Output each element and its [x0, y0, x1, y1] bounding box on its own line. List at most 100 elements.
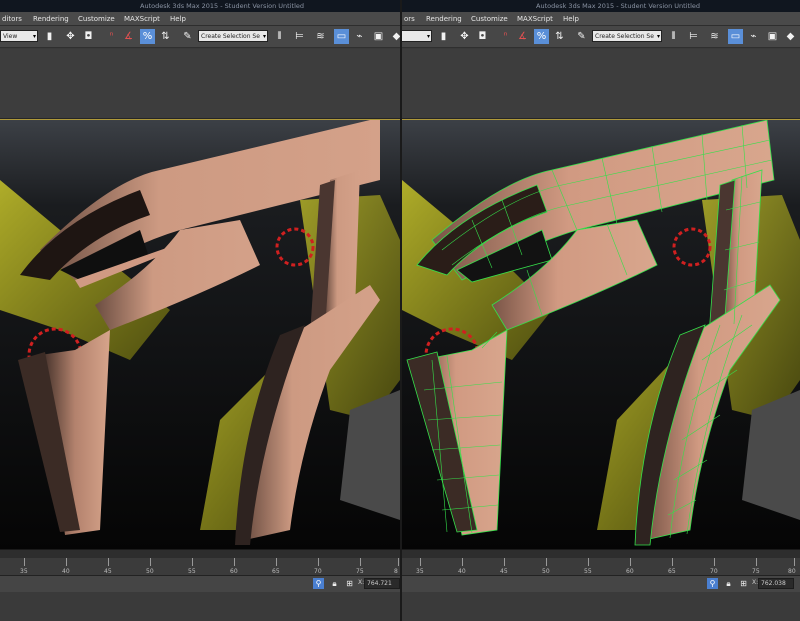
schematic-icon[interactable]: ▣ — [371, 29, 386, 44]
menu-item-help[interactable]: Help — [563, 12, 579, 26]
menu-item-rendering[interactable]: Rendering — [426, 12, 462, 26]
menu-item-customize[interactable]: Customize — [471, 12, 508, 26]
menu-item-customize[interactable]: Customize — [78, 12, 115, 26]
reference-coordinate-dropdown[interactable]: View ▾ — [0, 30, 38, 42]
reference-coordinate-value: View — [3, 33, 18, 40]
menu-bar: ors Rendering Customize MAXScript Help — [402, 12, 800, 26]
absolute-mode-icon[interactable]: ⊞ — [344, 578, 355, 589]
spinner-snap-icon[interactable]: ⇅ — [552, 29, 567, 44]
tick-label: 50 — [146, 568, 154, 575]
menu-item-maxscript[interactable]: MAXScript — [124, 12, 160, 26]
track-bar[interactable]: 35 40 45 50 55 60 65 70 75 80 — [402, 558, 800, 576]
tick-label: 50 — [542, 568, 550, 575]
title-bar: Autodesk 3ds Max 2015 - Student Version … — [402, 0, 800, 12]
tick — [318, 558, 319, 566]
graphite-icon[interactable]: ▭ — [728, 29, 743, 44]
edit-named-selection-icon[interactable]: ✎ — [574, 29, 589, 44]
graphite-icon[interactable]: ▭ — [334, 29, 349, 44]
time-slider[interactable] — [402, 549, 800, 558]
tick — [714, 558, 715, 566]
x-coord-field[interactable]: 764.721 — [364, 578, 400, 589]
tick-label: 75 — [752, 568, 760, 575]
mirror-icon[interactable]: ⫴ — [666, 29, 681, 44]
lock-icon[interactable]: 🔒︎ — [329, 578, 340, 589]
align-icon[interactable]: ⊨ — [292, 29, 307, 44]
isolate-icon[interactable]: ⚲ — [313, 578, 324, 589]
named-selection-set-dropdown[interactable]: Create Selection Se ▾ — [198, 30, 268, 42]
title-bar: Autodesk 3ds Max 2015 - Student Version … — [0, 0, 400, 12]
tick-label: 75 — [356, 568, 364, 575]
schematic-icon[interactable]: ▣ — [765, 29, 780, 44]
tick — [150, 558, 151, 566]
snap-icon[interactable]: ⁿ — [104, 29, 119, 44]
x-coord-field[interactable]: 762.038 — [758, 578, 794, 589]
tick-label: 55 — [584, 568, 592, 575]
curve-editor-icon[interactable]: ⌁ — [352, 29, 367, 44]
align-icon[interactable]: ⊨ — [686, 29, 701, 44]
status-bar: ⚲ 🔒︎ ⊞ X: 762.038 — [402, 576, 800, 592]
tick-label: 60 — [626, 568, 634, 575]
menu-item-rendering[interactable]: Rendering — [33, 12, 69, 26]
tick-label: 45 — [104, 568, 112, 575]
absolute-mode-icon[interactable]: ⊞ — [738, 578, 749, 589]
tick — [24, 558, 25, 566]
move-icon[interactable]: ✥ — [457, 29, 472, 44]
right-viewport-pane: Autodesk 3ds Max 2015 - Student Version … — [402, 0, 800, 621]
isolate-icon[interactable]: ⚲ — [707, 578, 718, 589]
edit-named-selection-icon[interactable]: ✎ — [180, 29, 195, 44]
named-selection-set-value: Create Selection Se — [201, 33, 260, 40]
material-editor-icon[interactable]: ◆ — [783, 29, 798, 44]
tick-label: 70 — [710, 568, 718, 575]
percent-snap-icon[interactable]: % — [140, 29, 155, 44]
main-toolbar: ▾ ▮ ✥ ◘ ⁿ ∡ % ⇅ ✎ Create Selection Se ▾ ⫴… — [402, 26, 800, 48]
window-title: Autodesk 3ds Max 2015 - Student Version … — [536, 2, 701, 10]
tick-label: 8 — [394, 568, 398, 575]
tick — [66, 558, 67, 566]
angle-snap-icon[interactable]: ∡ — [515, 29, 530, 44]
snap-icon[interactable]: ⁿ — [498, 29, 513, 44]
percent-snap-icon[interactable]: % — [534, 29, 549, 44]
time-slider[interactable] — [0, 549, 400, 558]
named-selection-set-dropdown[interactable]: Create Selection Se ▾ — [592, 30, 662, 42]
tick — [398, 558, 399, 566]
track-bar[interactable]: 35 40 45 50 55 60 65 70 75 8 — [0, 558, 400, 576]
select-link-icon[interactable]: ▮ — [436, 29, 451, 44]
tick-label: 40 — [458, 568, 466, 575]
tick-label: 70 — [314, 568, 322, 575]
viewport-shaded[interactable] — [0, 119, 400, 549]
layer-icon[interactable]: ≋ — [707, 29, 722, 44]
mirror-icon[interactable]: ⫴ — [272, 29, 287, 44]
left-viewport-pane: Autodesk 3ds Max 2015 - Student Version … — [0, 0, 400, 621]
tick — [462, 558, 463, 566]
reference-coordinate-dropdown[interactable]: ▾ — [402, 30, 432, 42]
menu-item-maxscript[interactable]: MAXScript — [517, 12, 553, 26]
bottom-strip — [402, 592, 800, 621]
tick — [756, 558, 757, 566]
tick-label: 65 — [272, 568, 280, 575]
tick-label: 35 — [20, 568, 28, 575]
status-bar: ⚲ 🔒︎ ⊞ X: 764.721 — [0, 576, 400, 592]
move-icon[interactable]: ✥ — [63, 29, 78, 44]
main-toolbar: View ▾ ▮ ✥ ◘ ⁿ ∡ % ⇅ ✎ Create Selection S… — [0, 26, 400, 48]
viewport-wireframe[interactable] — [402, 119, 800, 549]
curve-editor-icon[interactable]: ⌁ — [746, 29, 761, 44]
pivot-icon[interactable]: ◘ — [475, 29, 490, 44]
material-editor-icon[interactable]: ◆ — [389, 29, 400, 44]
named-selection-set-value: Create Selection Se — [595, 33, 654, 40]
bottom-strip — [0, 592, 400, 621]
tick — [108, 558, 109, 566]
spinner-snap-icon[interactable]: ⇅ — [158, 29, 173, 44]
tick — [794, 558, 795, 566]
pivot-icon[interactable]: ◘ — [81, 29, 96, 44]
window-title: Autodesk 3ds Max 2015 - Student Version … — [140, 2, 305, 10]
menu-item-help[interactable]: Help — [170, 12, 186, 26]
tick-label: 40 — [62, 568, 70, 575]
tick-label: 80 — [788, 568, 796, 575]
menu-item-editors[interactable]: ors — [404, 12, 415, 26]
tick — [276, 558, 277, 566]
angle-snap-icon[interactable]: ∡ — [121, 29, 136, 44]
lock-icon[interactable]: 🔒︎ — [723, 578, 734, 589]
layer-icon[interactable]: ≋ — [313, 29, 328, 44]
select-link-icon[interactable]: ▮ — [42, 29, 57, 44]
menu-item-editors[interactable]: ditors — [2, 12, 22, 26]
